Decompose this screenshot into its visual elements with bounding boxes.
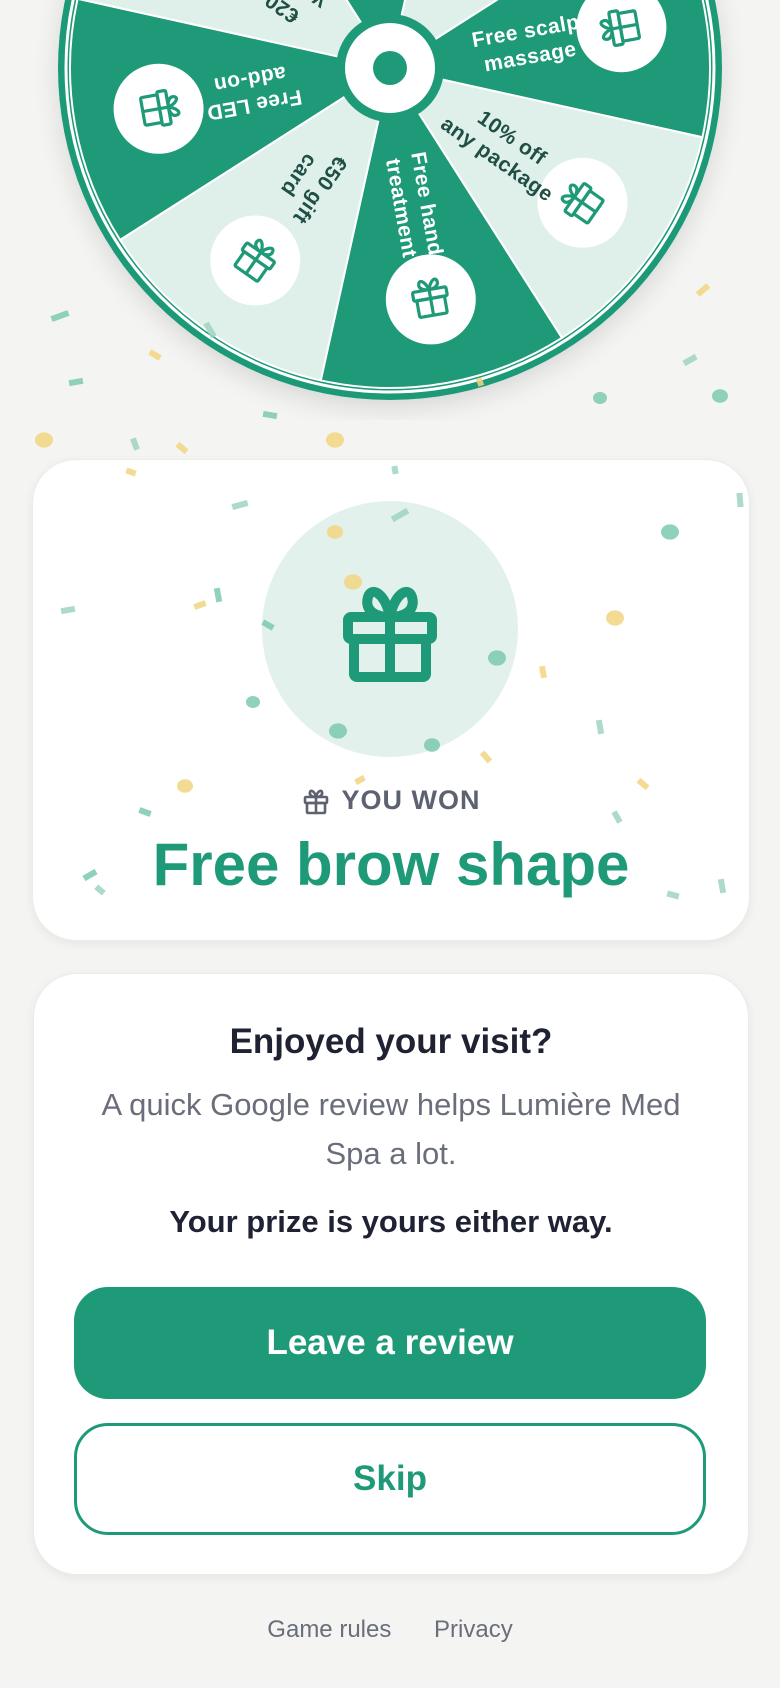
prize-wheel: Free LEDadd-on€20 offyour visitFree brow… — [58, 0, 722, 400]
segment-gift-icon — [537, 157, 628, 248]
privacy-link[interactable]: Privacy — [434, 1616, 513, 1643]
segment-gift-icon — [113, 63, 204, 154]
segment-gift-icon — [210, 215, 301, 306]
prize-wheel-area: Free LEDadd-on€20 offyour visitFree brow… — [0, 0, 780, 420]
review-note: Your prize is yours either way. — [169, 1204, 613, 1239]
prize-badge — [262, 501, 518, 757]
confetti-piece — [175, 441, 189, 455]
review-subtitle: A quick Google review helps Lumière Med … — [101, 1087, 681, 1171]
confetti-piece — [35, 432, 53, 448]
confetti-piece — [326, 432, 344, 448]
game-rules-link[interactable]: Game rules — [267, 1616, 391, 1643]
prize-eyebrow: YOU WON — [33, 785, 749, 816]
you-won-label: YOU WON — [341, 785, 481, 815]
confetti-piece — [130, 437, 140, 451]
footer: Game rules Privacy — [0, 1616, 780, 1644]
leave-review-button[interactable]: Leave a review — [74, 1287, 706, 1399]
gift-icon — [343, 586, 437, 682]
review-title: Enjoyed your visit? — [229, 1022, 553, 1061]
skip-button[interactable]: Skip — [74, 1423, 706, 1535]
review-card: Enjoyed your visit? A quick Google revie… — [33, 973, 749, 1575]
prize-card: YOU WON Free brow shape — [32, 459, 750, 941]
segment-gift-icon — [385, 254, 476, 345]
prize-title: Free brow shape — [152, 831, 630, 898]
small-gift-icon — [303, 789, 328, 814]
